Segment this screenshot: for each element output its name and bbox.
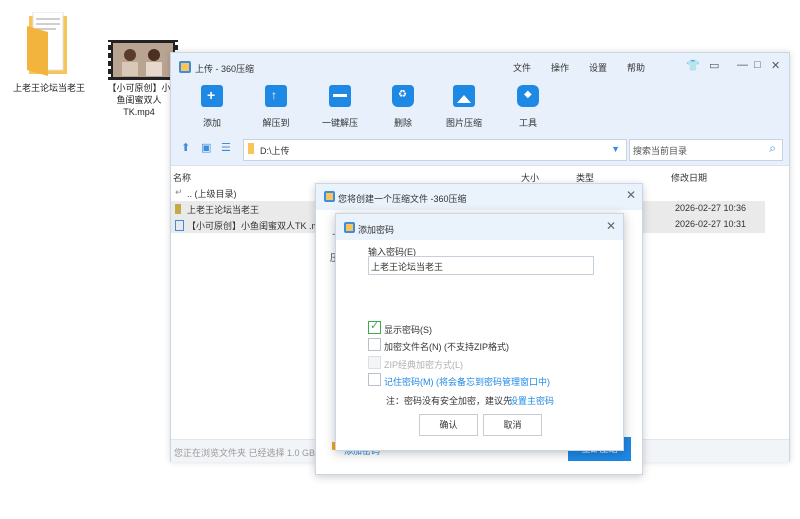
add-password-titlebar: 添加密码 ✕ bbox=[336, 214, 623, 240]
desktop-folder-label: 上老王论坛当老王 bbox=[12, 83, 85, 93]
skin-icon[interactable]: 👕 bbox=[686, 59, 700, 72]
security-note: 注：密码没有安全加密，建议先 bbox=[386, 396, 513, 406]
search-icon[interactable]: ⌕ bbox=[769, 141, 776, 156]
encrypt-names-label: 加密文件名(N) (不支持ZIP格式) bbox=[384, 342, 509, 352]
app-logo-icon bbox=[324, 191, 335, 202]
cube-icon: ◆ bbox=[517, 85, 539, 107]
encrypt-names-checkbox[interactable] bbox=[368, 338, 381, 351]
set-master-password-link[interactable]: 设置主密码 bbox=[509, 394, 554, 407]
thumbnail-view-icon[interactable]: ▣ bbox=[201, 141, 211, 154]
dropdown-icon[interactable]: ▼ bbox=[611, 144, 620, 154]
feedback-icon[interactable]: ▭ bbox=[709, 59, 719, 72]
add-password-close-icon[interactable]: ✕ bbox=[606, 219, 616, 233]
folder-icon bbox=[27, 12, 67, 76]
up-arrow-icon[interactable]: ⬆ bbox=[181, 141, 190, 154]
folder-small-icon bbox=[248, 143, 254, 154]
remember-password-label: 记住密码(M) (将会备忘到密码管理窗口中) bbox=[384, 377, 550, 387]
show-password-label: 显示密码(S) bbox=[384, 325, 432, 335]
one-click-extract-icon bbox=[329, 85, 351, 107]
one-click-extract-button[interactable]: 一键解压 bbox=[312, 85, 368, 129]
menu-help[interactable]: 帮助 bbox=[627, 61, 645, 74]
close-button[interactable]: ✕ bbox=[771, 59, 780, 72]
app-logo-icon bbox=[344, 222, 355, 233]
titlebar: 上传 - 360压缩 文件 操作 设置 帮助 👕 ▭ — □ ✕ bbox=[171, 53, 789, 81]
list-view-icon[interactable]: ☰ bbox=[221, 141, 231, 154]
search-placeholder: 搜索当前目录 bbox=[633, 146, 688, 156]
image-icon bbox=[453, 85, 475, 107]
video-thumbnail-icon bbox=[108, 40, 178, 80]
desktop-video-label: 【小可原创】小鱼闺蜜双人TK.mp4 bbox=[107, 83, 171, 117]
delete-button[interactable]: ♻ 删除 bbox=[375, 85, 431, 129]
password-input[interactable]: 上老王论坛当老王 bbox=[368, 256, 594, 275]
password-value: 上老王论坛当老王 bbox=[371, 262, 444, 272]
minimize-button[interactable]: — bbox=[737, 59, 748, 71]
zip-classic-label: ZIP经典加密方式(L) bbox=[384, 360, 464, 370]
video-file-icon bbox=[175, 220, 184, 231]
toolbar: + 添加 ↑ 解压到 一键解压 ♻ 删除 图片压缩 ◆ 工具 bbox=[171, 81, 789, 133]
add-icon: + bbox=[201, 85, 223, 107]
create-archive-close-icon[interactable]: ✕ bbox=[626, 188, 636, 202]
window-title: 上传 - 360压缩 bbox=[195, 64, 255, 74]
zip-classic-checkbox[interactable] bbox=[368, 356, 381, 369]
archive-icon bbox=[175, 204, 181, 214]
up-folder-icon: ↵ bbox=[175, 187, 183, 197]
add-password-title: 添加密码 bbox=[358, 225, 395, 235]
menu-settings[interactable]: 设置 bbox=[589, 61, 607, 74]
create-archive-title: 您将创建一个压缩文件 -360压缩 bbox=[338, 194, 467, 204]
show-password-checkbox[interactable]: ✓ bbox=[368, 320, 381, 334]
tools-button[interactable]: ◆ 工具 bbox=[500, 85, 556, 129]
extract-to-button[interactable]: ↑ 解压到 bbox=[248, 85, 304, 129]
add-button[interactable]: + 添加 bbox=[184, 85, 240, 129]
menu-operate[interactable]: 操作 bbox=[551, 61, 569, 74]
create-archive-titlebar: 您将创建一个压缩文件 -360压缩 ✕ bbox=[316, 184, 642, 210]
trash-icon: ♻ bbox=[392, 85, 414, 107]
confirm-button[interactable]: 确认 bbox=[419, 414, 478, 436]
cancel-button[interactable]: 取消 bbox=[483, 414, 542, 436]
desktop-folder[interactable]: 上老王论坛当老王 bbox=[10, 12, 88, 112]
image-compress-button[interactable]: 图片压缩 bbox=[436, 85, 492, 129]
checkmark-icon: ✓ bbox=[370, 320, 380, 332]
address-bar: ⬆ ▣ ☰ D:\上传 ▼ 搜索当前目录 ⌕ bbox=[171, 133, 789, 166]
remember-password-checkbox[interactable] bbox=[368, 373, 381, 386]
extract-icon: ↑ bbox=[265, 85, 287, 107]
menu-file[interactable]: 文件 bbox=[513, 61, 531, 74]
column-name[interactable]: 名称 bbox=[173, 171, 191, 184]
search-input[interactable]: 搜索当前目录 ⌕ bbox=[629, 139, 783, 161]
maximize-button[interactable]: □ bbox=[754, 59, 761, 71]
column-modified[interactable]: 修改日期 bbox=[671, 171, 707, 184]
path-text: D:\上传 bbox=[260, 146, 290, 156]
path-field[interactable]: D:\上传 ▼ bbox=[243, 139, 627, 161]
add-password-dialog: 添加密码 ✕ 输入密码(E) 上老王论坛当老王 ✓ 显示密码(S) 加密文件名(… bbox=[335, 213, 624, 451]
app-logo-icon bbox=[179, 61, 191, 73]
status-text: 您正在浏览文件夹 已经选择 1.0 GB ( bbox=[174, 448, 321, 458]
